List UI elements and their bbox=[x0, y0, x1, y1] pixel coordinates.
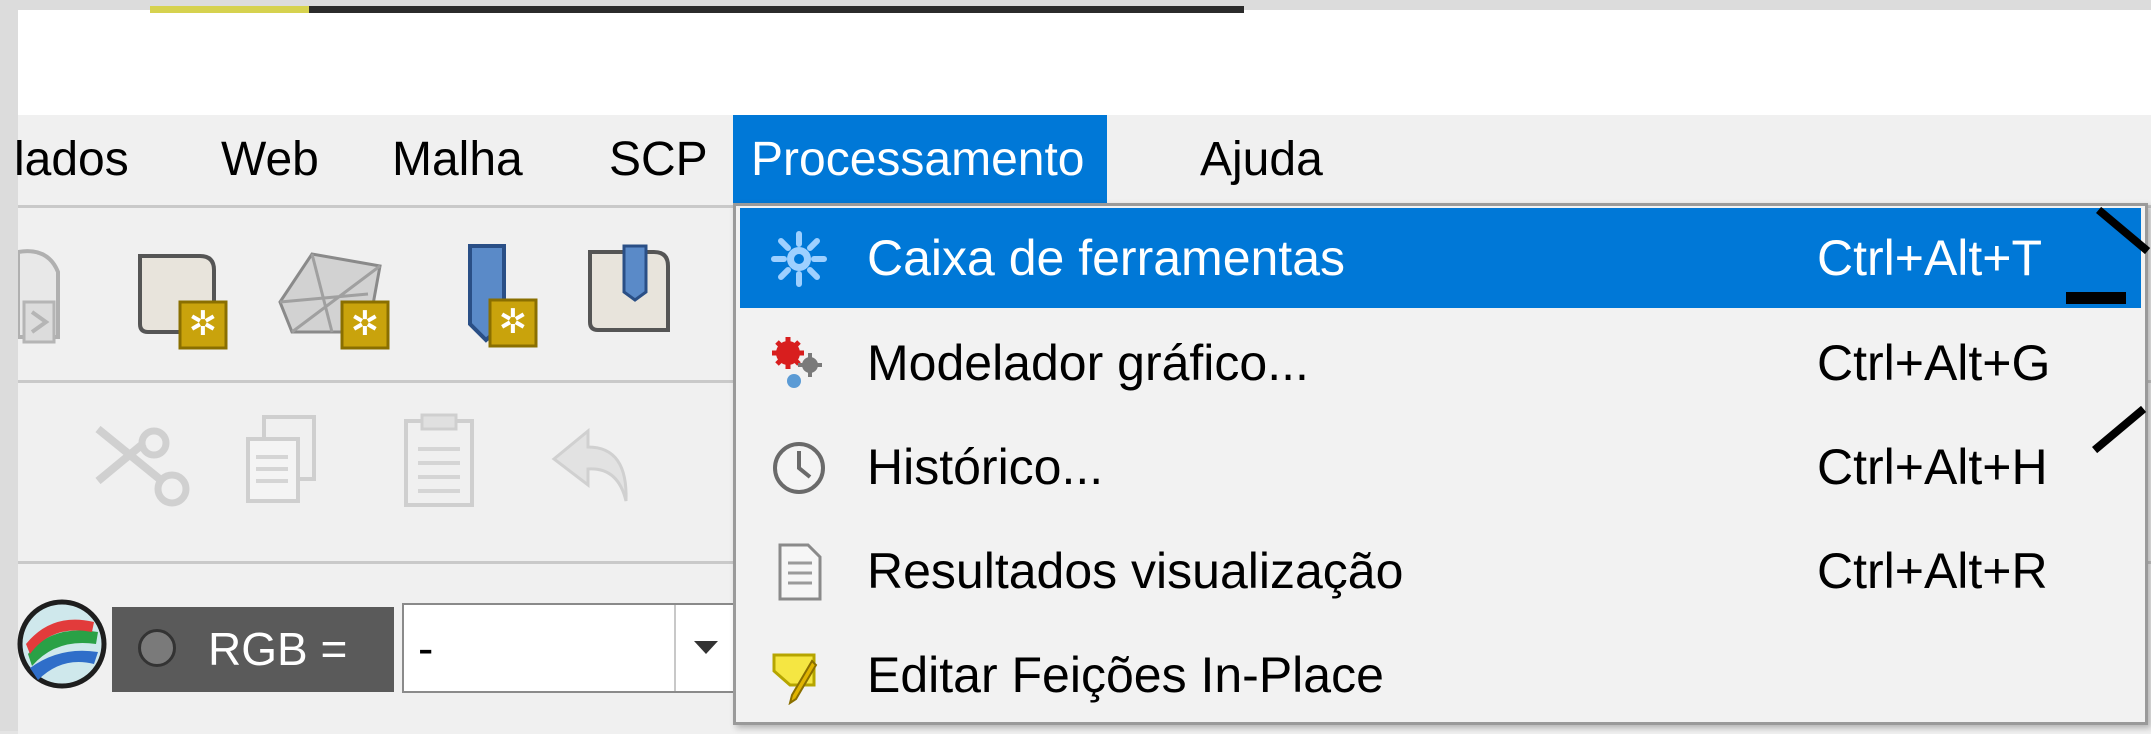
menu-malha[interactable]: Malha bbox=[374, 115, 541, 205]
rgb-toggle[interactable]: RGB = bbox=[112, 607, 394, 692]
clock-icon bbox=[770, 439, 828, 497]
title-area bbox=[18, 0, 2151, 115]
menu-item-shortcut: Ctrl+Alt+G bbox=[1817, 335, 2051, 391]
menu-web[interactable]: Web bbox=[203, 115, 337, 205]
menu-item-shortcut: Ctrl+Alt+H bbox=[1817, 439, 2048, 495]
menu-item-toolbox[interactable]: Caixa de ferramentas Ctrl+Alt+T bbox=[740, 208, 2141, 308]
document-icon bbox=[770, 543, 828, 601]
model-designer-icon bbox=[770, 335, 828, 393]
menu-bar: lados Web Malha SCP Processamento Ajuda bbox=[14, 115, 2151, 205]
add-layer-icon[interactable] bbox=[18, 242, 88, 352]
menu-processamento[interactable]: Processamento bbox=[733, 115, 1107, 205]
menu-item-shortcut: Ctrl+Alt+R bbox=[1817, 543, 2048, 599]
menu-dados[interactable]: lados bbox=[0, 115, 147, 205]
menu-item-label: Resultados visualização bbox=[867, 543, 1404, 599]
mesh-edit-icon[interactable]: ✲ bbox=[272, 244, 402, 354]
copy-icon[interactable] bbox=[242, 413, 322, 513]
chevron-down-icon[interactable] bbox=[674, 605, 736, 691]
menu-item-label: Histórico... bbox=[867, 439, 1104, 495]
new-mesh-layer-icon[interactable]: ✲ bbox=[130, 244, 240, 354]
svg-text:✲: ✲ bbox=[499, 302, 528, 342]
menu-scp[interactable]: SCP bbox=[591, 115, 726, 205]
menu-ajuda[interactable]: Ajuda bbox=[1182, 115, 1341, 205]
bookmark-mesh-icon[interactable]: ✲ bbox=[446, 240, 556, 360]
gear-icon bbox=[770, 230, 828, 288]
paste-icon[interactable] bbox=[400, 413, 490, 513]
rgb-combo-value: - bbox=[418, 622, 434, 674]
cut-icon[interactable] bbox=[84, 419, 194, 519]
menu-item-model-designer[interactable]: Modelador gráfico... Ctrl+Alt+G bbox=[740, 313, 2141, 413]
progress-bar bbox=[150, 6, 1244, 13]
menu-item-label: Caixa de ferramentas bbox=[867, 230, 1346, 286]
menu-item-shortcut: Ctrl+Alt+T bbox=[1817, 230, 2043, 286]
menu-item-label: Editar Feições In-Place bbox=[867, 647, 1384, 703]
toggle-dot-icon bbox=[138, 629, 176, 667]
processing-menu: Caixa de ferramentas Ctrl+Alt+T Modelado… bbox=[733, 203, 2148, 725]
menu-item-edit-in-place[interactable]: Editar Feições In-Place bbox=[740, 625, 2141, 725]
rgb-combo[interactable]: - bbox=[402, 603, 738, 693]
annotation-mark bbox=[2066, 292, 2126, 304]
menu-item-label: Modelador gráfico... bbox=[867, 335, 1309, 391]
undo-icon[interactable] bbox=[548, 423, 638, 513]
svg-text:✲: ✲ bbox=[189, 304, 218, 344]
bookmark-icon[interactable] bbox=[584, 242, 684, 352]
edit-in-place-icon bbox=[770, 647, 828, 706]
menu-item-results-viewer[interactable]: Resultados visualização Ctrl+Alt+R bbox=[740, 521, 2141, 621]
svg-text:✲: ✲ bbox=[351, 304, 380, 344]
rgb-toggle-label: RGB = bbox=[208, 623, 348, 675]
progress-fill bbox=[150, 6, 309, 13]
scp-plugin-icon[interactable] bbox=[12, 594, 122, 704]
menu-item-history[interactable]: Histórico... Ctrl+Alt+H bbox=[740, 417, 2141, 517]
